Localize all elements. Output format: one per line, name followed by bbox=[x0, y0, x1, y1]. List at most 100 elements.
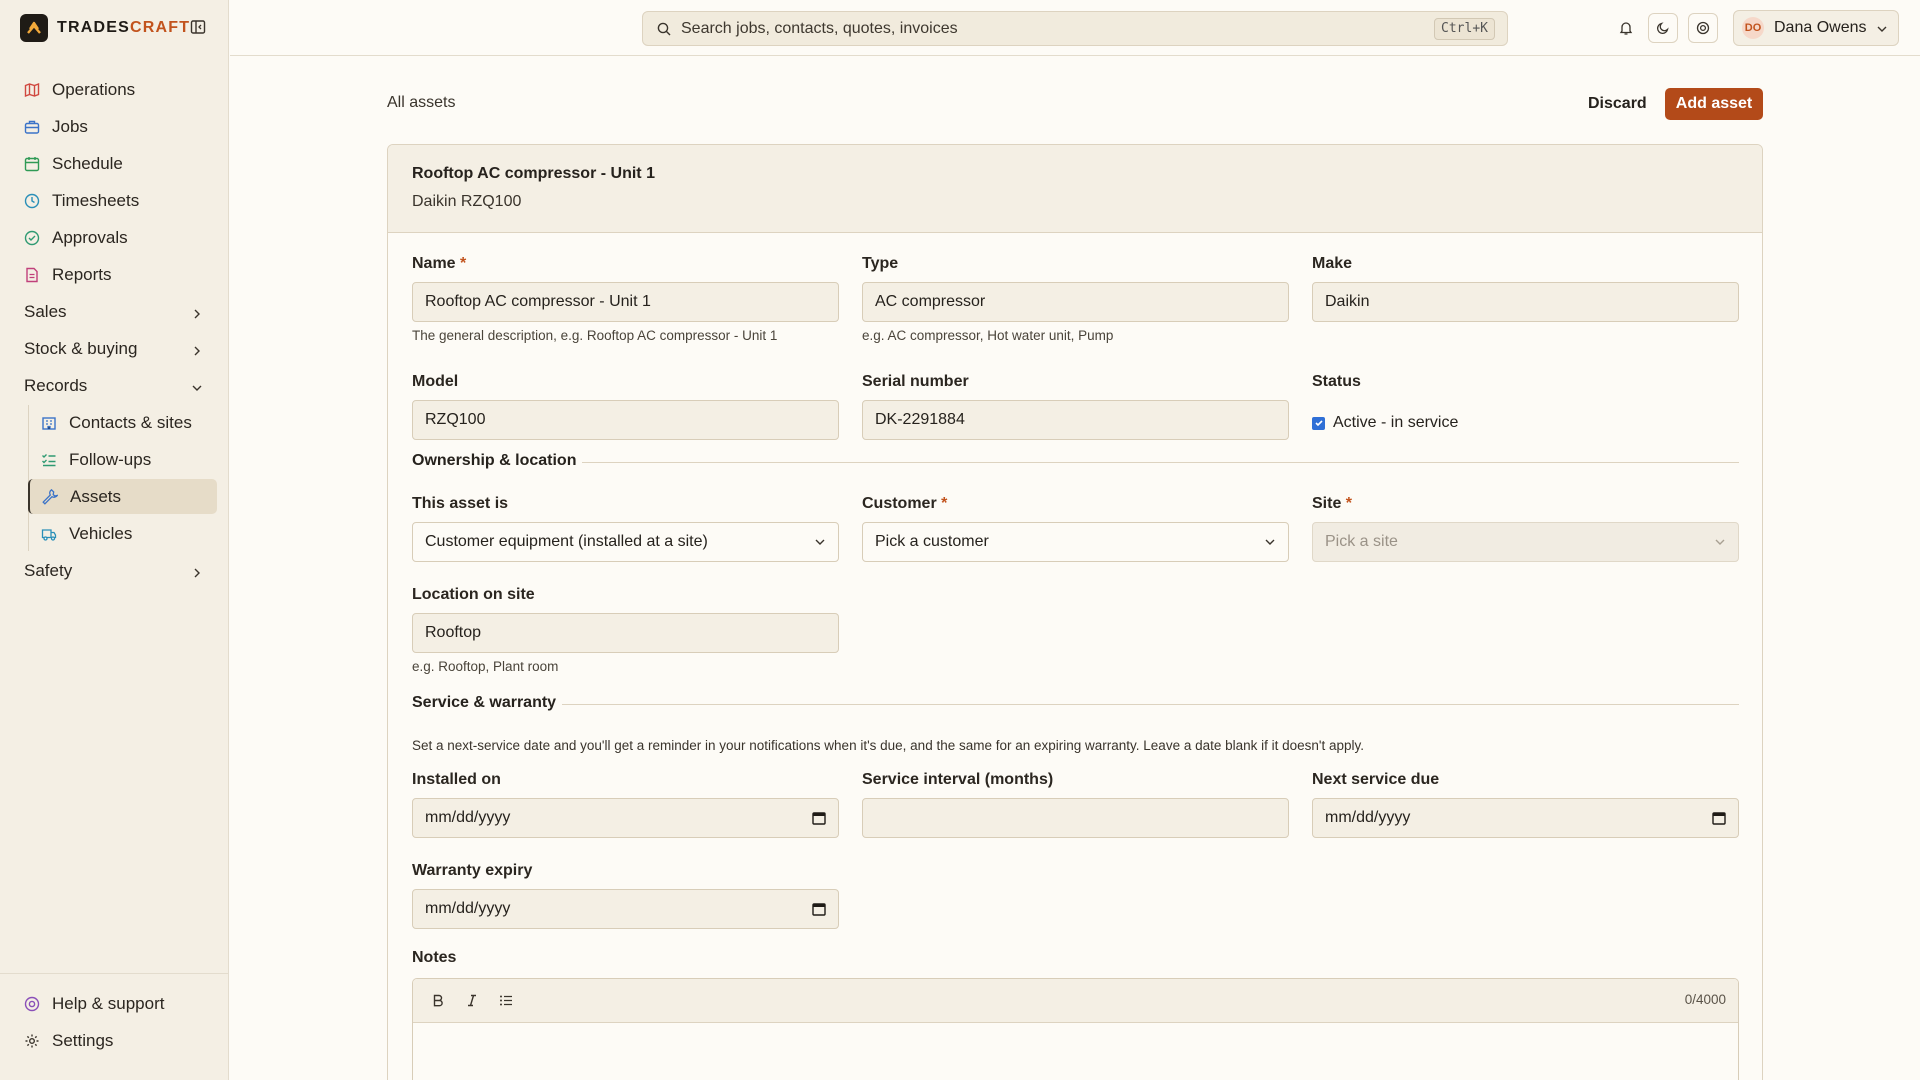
status-checkbox-row[interactable]: Active - in service bbox=[1312, 414, 1458, 432]
chevron-down-icon bbox=[1876, 23, 1888, 35]
model-input[interactable]: RZQ100 bbox=[412, 400, 839, 440]
sidebar-item-follow-ups[interactable]: Follow-ups bbox=[29, 442, 217, 477]
italic-icon[interactable] bbox=[461, 990, 483, 1012]
location-field: Location on site Rooftop e.g. Rooftop, P… bbox=[412, 586, 839, 674]
customer-select[interactable]: Pick a customer bbox=[862, 522, 1289, 562]
sidebar-item-assets[interactable]: Assets bbox=[28, 479, 217, 514]
sidebar-item-help[interactable]: Help & support bbox=[12, 986, 217, 1021]
brand-name: TRADESCRAFT bbox=[57, 19, 191, 36]
bulleted-list-icon[interactable] bbox=[495, 990, 517, 1012]
building-icon bbox=[41, 415, 57, 431]
serial-number-input[interactable]: DK-2291884 bbox=[862, 400, 1289, 440]
chevron-down-icon bbox=[191, 379, 203, 391]
make-input[interactable]: Daikin bbox=[1312, 282, 1739, 322]
name-field: Name * Rooftop AC compressor - Unit 1 Th… bbox=[412, 255, 839, 343]
calendar-icon bbox=[24, 156, 40, 172]
field-label: Warranty expiry bbox=[412, 862, 533, 879]
notes-label: Notes bbox=[412, 949, 457, 966]
service-interval-input[interactable] bbox=[862, 798, 1289, 838]
field-label: Next service due bbox=[1312, 771, 1440, 788]
sidebar-item-label: Follow-ups bbox=[69, 449, 152, 469]
sidebar-group-label: Safety bbox=[24, 560, 73, 580]
map-icon bbox=[24, 82, 40, 98]
add-asset-button[interactable]: Add asset bbox=[1665, 88, 1763, 120]
sidebar-item-label: Operations bbox=[52, 79, 136, 99]
model-field: Model RZQ100 bbox=[412, 373, 839, 440]
sidebar-item-reports[interactable]: Reports bbox=[12, 257, 217, 292]
sidebar-item-jobs[interactable]: Jobs bbox=[12, 109, 217, 144]
sidebar-item-settings[interactable]: Settings bbox=[12, 1023, 217, 1058]
location-input[interactable]: Rooftop bbox=[412, 613, 839, 653]
select-value: Pick a customer bbox=[875, 533, 989, 550]
sidebar-item-operations[interactable]: Operations bbox=[12, 72, 217, 107]
field-label: Make bbox=[1312, 255, 1353, 272]
name-input[interactable]: Rooftop AC compressor - Unit 1 bbox=[412, 282, 839, 322]
brand[interactable]: TRADESCRAFT bbox=[20, 14, 190, 42]
calendar-icon[interactable] bbox=[812, 902, 826, 921]
date-placeholder: mm/dd/yyyy bbox=[425, 809, 511, 826]
breadcrumb[interactable]: All assets bbox=[387, 94, 455, 112]
notes-toolbar: 0/4000 bbox=[413, 979, 1738, 1023]
help-circle-icon bbox=[24, 996, 40, 1012]
contrast-icon[interactable] bbox=[1688, 13, 1718, 43]
gear-icon bbox=[24, 1033, 40, 1049]
sidebar-group-stock[interactable]: Stock & buying bbox=[12, 331, 217, 366]
sidebar-group-safety[interactable]: Safety bbox=[12, 553, 217, 588]
sidebar-nav: Operations Jobs Schedule Timesheets Appr… bbox=[12, 72, 217, 590]
sidebar-item-label: Vehicles bbox=[69, 523, 133, 543]
sidebar-item-schedule[interactable]: Schedule bbox=[12, 146, 217, 181]
installed-date-input[interactable]: mm/dd/yyyy bbox=[412, 798, 839, 838]
field-label: Site * bbox=[1312, 495, 1353, 512]
sidebar-item-label: Timesheets bbox=[52, 190, 140, 210]
sidebar-item-label: Settings bbox=[52, 1030, 114, 1050]
field-hint: e.g. AC compressor, Hot water unit, Pump bbox=[862, 328, 1114, 343]
chevron-right-icon bbox=[191, 305, 203, 319]
section-divider bbox=[412, 462, 1739, 463]
sidebar-item-label: Reports bbox=[52, 264, 112, 284]
interval-field: Service interval (months) bbox=[862, 771, 1289, 838]
discard-button[interactable]: Discard bbox=[1578, 88, 1657, 120]
chevron-down-icon bbox=[1714, 535, 1726, 553]
next-service-date-input[interactable]: mm/dd/yyyy bbox=[1312, 798, 1739, 838]
sidebar-item-contacts-sites[interactable]: Contacts & sites bbox=[29, 405, 217, 440]
select-value: Pick a site bbox=[1325, 533, 1398, 550]
status-field: Status bbox=[1312, 373, 1739, 391]
sidebar-item-vehicles[interactable]: Vehicles bbox=[29, 516, 217, 551]
type-input[interactable]: AC compressor bbox=[862, 282, 1289, 322]
wrench-icon bbox=[42, 488, 58, 505]
sidebar-item-timesheets[interactable]: Timesheets bbox=[12, 183, 217, 218]
sidebar-item-label: Jobs bbox=[52, 116, 88, 136]
moon-icon[interactable] bbox=[1648, 13, 1678, 43]
sidebar-group-label: Stock & buying bbox=[24, 338, 138, 358]
user-menu[interactable]: DO Dana Owens bbox=[1733, 10, 1899, 46]
site-select: Pick a site bbox=[1312, 522, 1739, 562]
service-section-title: Service & warranty bbox=[412, 694, 563, 712]
calendar-icon[interactable] bbox=[1712, 811, 1726, 830]
avatar: DO bbox=[1742, 17, 1764, 39]
serial-field: Serial number DK-2291884 bbox=[862, 373, 1289, 440]
truck-icon bbox=[41, 526, 57, 542]
list-check-icon bbox=[41, 452, 57, 468]
search-input[interactable]: Search jobs, contacts, quotes, invoices … bbox=[642, 11, 1508, 46]
customer-field: Customer * Pick a customer bbox=[862, 495, 1289, 562]
sidebar-item-label: Approvals bbox=[52, 227, 128, 247]
select-value: Customer equipment (installed at a site) bbox=[425, 533, 708, 550]
sidebar-bottom: Help & support Settings bbox=[0, 973, 229, 1080]
sidebar-item-approvals[interactable]: Approvals bbox=[12, 220, 217, 255]
next-service-field: Next service due mm/dd/yyyy bbox=[1312, 771, 1739, 838]
bold-icon[interactable] bbox=[427, 990, 449, 1012]
clock-icon bbox=[24, 193, 40, 209]
bell-icon[interactable] bbox=[1611, 13, 1641, 43]
card-subtitle: Daikin RZQ100 bbox=[412, 193, 522, 210]
warranty-date-input[interactable]: mm/dd/yyyy bbox=[412, 889, 839, 929]
status-checkbox[interactable] bbox=[1312, 416, 1325, 430]
sidebar-group-sales[interactable]: Sales bbox=[12, 294, 217, 329]
asset-is-select[interactable]: Customer equipment (installed at a site) bbox=[412, 522, 839, 562]
field-label: Serial number bbox=[862, 373, 969, 390]
notes-char-counter: 0/4000 bbox=[1684, 992, 1726, 1007]
chevron-right-icon bbox=[191, 342, 203, 356]
notes-editor[interactable]: 0/4000 bbox=[412, 978, 1739, 1080]
sidebar-collapse-icon[interactable] bbox=[190, 19, 208, 37]
calendar-icon[interactable] bbox=[812, 811, 826, 830]
sidebar-group-records[interactable]: Records bbox=[12, 368, 217, 403]
